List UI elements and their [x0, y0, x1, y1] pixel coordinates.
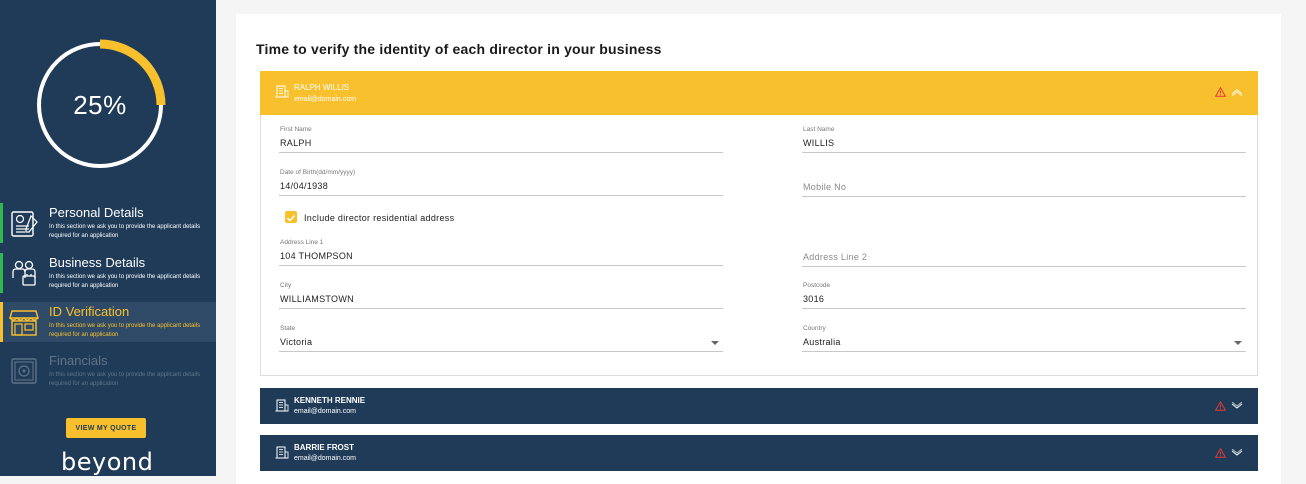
view-my-quote-button[interactable]: VIEW MY QUOTE: [66, 418, 146, 438]
country-select[interactable]: Country Australia: [802, 325, 1246, 352]
field-label: Date of Birth(dd/mm/yyyy): [280, 169, 356, 176]
progress-percent: 25%: [73, 89, 127, 120]
state-select[interactable]: State Victoria: [279, 325, 723, 352]
field-value: 3016: [803, 294, 825, 304]
chevron-down-icon[interactable]: [1231, 402, 1243, 410]
building-icon: [275, 85, 289, 98]
address-line-2-field[interactable]: Address Line 2: [802, 240, 1246, 267]
warning-icon: [1215, 448, 1226, 458]
director-panel: BARRIE FROST email@domain.com: [260, 435, 1258, 471]
date-of-birth-field[interactable]: Date of Birth(dd/mm/yyyy) 14/04/1938: [279, 169, 723, 196]
director-email: email@domain.com: [294, 408, 356, 415]
director-email: email@domain.com: [294, 455, 356, 462]
director-panel-header[interactable]: RALPH WILLIS email@domain.com: [260, 71, 1258, 115]
director-panel: RALPH WILLIS email@domain.com First Name…: [260, 71, 1258, 376]
include-address-checkbox[interactable]: [285, 211, 297, 223]
field-value: 104 THOMPSON: [280, 251, 353, 261]
step-id-verification[interactable]: ID Verification In this section we ask y…: [0, 302, 216, 342]
step-title: Personal Details: [49, 205, 144, 220]
field-label: Country: [803, 325, 826, 332]
include-address-label: Include director residential address: [304, 213, 455, 223]
chevron-down-icon[interactable]: [1231, 449, 1243, 457]
warning-icon: [1215, 401, 1226, 411]
step-title: Business Details: [49, 255, 146, 270]
step-description: In this section we ask you to provide th…: [49, 323, 201, 338]
id-card-icon: [11, 211, 38, 237]
field-label: Postcode: [803, 282, 831, 289]
address-line-1-field[interactable]: Address Line 1 104 THOMPSON: [279, 239, 723, 266]
step-description: In this section we ask you to provide th…: [49, 274, 201, 289]
director-email: email@domain.com: [294, 96, 356, 103]
step-description: In this section we ask you to provide th…: [49, 224, 201, 239]
field-label: State: [280, 325, 296, 332]
field-value: WILLIAMSTOWN: [280, 294, 354, 304]
field-value: RALPH: [280, 138, 312, 148]
first-name-field[interactable]: First Name RALPH: [279, 126, 723, 153]
building-icon: [275, 399, 289, 412]
mobile-number-field[interactable]: Mobile No: [802, 170, 1246, 197]
field-placeholder: Mobile No: [803, 182, 847, 192]
building-icon: [275, 446, 289, 459]
director-name: RALPH WILLIS: [294, 83, 350, 92]
brand-logo: beyond: [61, 448, 154, 476]
director-panel-header[interactable]: KENNETH RENNIE email@domain.com: [260, 388, 1258, 424]
city-field[interactable]: City WILLIAMSTOWN: [279, 282, 723, 309]
page-title: Time to verify the identity of each dire…: [256, 41, 662, 57]
step-active-indicator: [0, 302, 3, 342]
last-name-field[interactable]: Last Name WILLIS: [802, 126, 1246, 153]
field-label: City: [280, 282, 292, 289]
warning-icon: [1215, 87, 1226, 97]
field-label: First Name: [280, 126, 312, 133]
director-form: First Name RALPH Last Name WILLIS Date o…: [260, 115, 1258, 376]
field-label: Address Line 1: [280, 239, 324, 246]
dropdown-arrow-icon[interactable]: [1234, 341, 1242, 345]
step-title: Financials: [49, 353, 108, 368]
field-label: Last Name: [803, 126, 835, 133]
safe-icon: [11, 358, 37, 384]
field-value: Australia: [803, 337, 841, 347]
sidebar: 25% Personal Details In this section we …: [0, 0, 216, 476]
field-value: 14/04/1938: [280, 181, 329, 191]
step-complete-indicator: [0, 253, 3, 293]
postcode-field[interactable]: Postcode 3016: [802, 282, 1246, 309]
step-title: ID Verification: [49, 304, 130, 319]
check-icon: [286, 214, 296, 222]
main-content: Time to verify the identity of each dire…: [236, 14, 1281, 484]
field-value: Victoria: [280, 337, 313, 347]
field-placeholder: Address Line 2: [803, 252, 868, 262]
step-financials: Financials In this section we ask you to…: [0, 351, 216, 391]
progress-ring: 25%: [34, 39, 166, 171]
storefront-icon: [9, 310, 39, 336]
director-panel: KENNETH RENNIE email@domain.com: [260, 388, 1258, 424]
director-panel-header[interactable]: BARRIE FROST email@domain.com: [260, 435, 1258, 471]
step-personal-details[interactable]: Personal Details In this section we ask …: [0, 203, 216, 243]
step-business-details[interactable]: Business Details In this section we ask …: [0, 253, 216, 293]
step-complete-indicator: [0, 203, 3, 243]
chevron-up-icon[interactable]: [1231, 88, 1243, 96]
field-value: WILLIS: [803, 138, 835, 148]
team-icon: [12, 260, 36, 286]
director-name: BARRIE FROST: [294, 443, 354, 452]
step-description: In this section we ask you to provide th…: [49, 372, 201, 387]
dropdown-arrow-icon[interactable]: [711, 341, 719, 345]
director-name: KENNETH RENNIE: [294, 396, 366, 405]
